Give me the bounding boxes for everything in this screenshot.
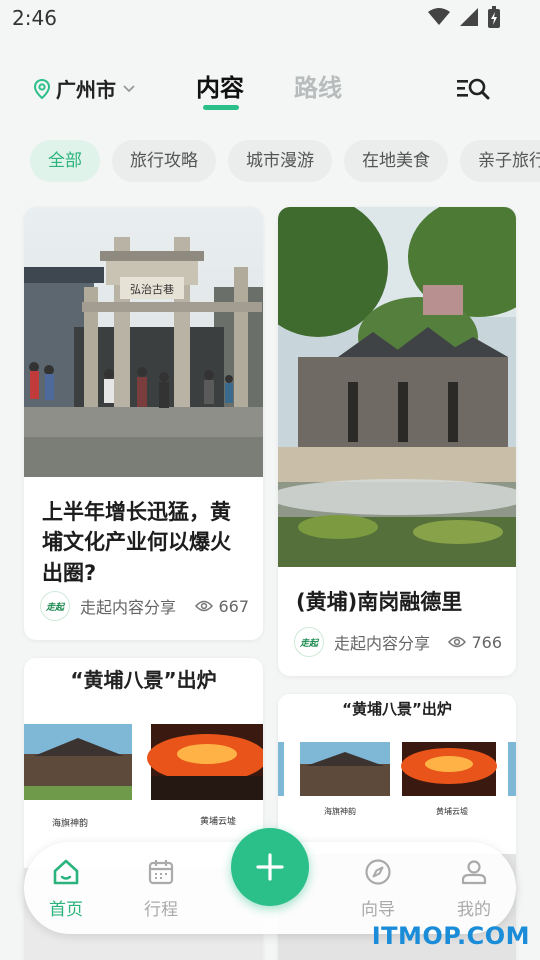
content-card[interactable]: 弘治古巷 上半年增长迅猛，黄埔文化产业何以爆火出圈? 走起 走起内容分享 667 (24, 207, 263, 640)
signal-icon (460, 8, 478, 26)
view-count: 667 (195, 597, 249, 616)
battery-icon (488, 6, 500, 28)
poster-caption: 黄埔云墟 (200, 817, 237, 827)
location-pin-icon (34, 78, 50, 99)
city-selector[interactable]: 广州市 (34, 74, 136, 103)
card-meta: 走起 走起内容分享 766 (294, 627, 502, 657)
calendar-icon (148, 860, 174, 885)
eye-icon (448, 636, 467, 648)
content-card[interactable]: (黄埔)南岗融德里 走起 走起内容分享 766 (278, 207, 516, 676)
view-count-value: 766 (471, 632, 502, 652)
wifi-icon (428, 8, 450, 25)
add-button[interactable] (231, 828, 309, 906)
chevron-down-icon (123, 84, 135, 92)
watermark: ITMOP.COM (371, 922, 530, 950)
header: 广州市 内容 路线 (0, 60, 540, 116)
status-icons (428, 6, 500, 28)
nav-mine-label: 我的 (457, 900, 491, 920)
eye-icon (195, 600, 214, 612)
nav-trip[interactable]: 行程 (131, 858, 191, 920)
chip-travel-guide[interactable]: 旅行攻略 (112, 140, 216, 182)
compass-icon (365, 859, 391, 885)
chip-city-walk[interactable]: 城市漫游 (228, 140, 332, 182)
author-avatar: 走起 (40, 591, 70, 621)
card-image: 弘治古巷 (24, 207, 263, 477)
card-image (278, 207, 516, 567)
view-count: 766 (448, 633, 502, 652)
view-count-value: 667 (218, 596, 249, 616)
nav-trip-label: 行程 (144, 900, 178, 920)
author-avatar: 走起 (294, 627, 324, 657)
nav-home[interactable]: 首页 (36, 858, 96, 920)
plus-icon (256, 853, 284, 881)
nav-guide[interactable]: 向导 (348, 858, 408, 920)
nav-mine[interactable]: 我的 (444, 858, 504, 920)
card-meta: 走起 走起内容分享 667 (40, 591, 249, 621)
city-label: 广州市 (56, 78, 116, 102)
status-bar: 2:46 (0, 0, 540, 40)
poster-caption: 海旗神韵 (52, 819, 89, 829)
author-logo-text: 走起 (45, 602, 64, 613)
chip-local-food[interactable]: 在地美食 (344, 140, 448, 182)
poster-caption: 黄埔云墟 (436, 807, 468, 816)
user-icon (461, 860, 487, 885)
search-list-icon[interactable] (456, 74, 490, 104)
tab-route[interactable]: 路线 (294, 68, 342, 103)
tab-content[interactable]: 内容 (196, 68, 244, 103)
gate-sign-text: 弘治古巷 (130, 282, 174, 296)
nav-guide-label: 向导 (361, 900, 395, 920)
card-title: (黄埔)南岗融德里 (296, 590, 463, 614)
card-title: 上半年增长迅猛，黄埔文化产业何以爆火出圈? (42, 500, 231, 585)
status-time: 2:46 (12, 6, 57, 30)
home-icon (53, 859, 79, 885)
poster-caption: 海旗神韵 (324, 807, 356, 816)
chip-all[interactable]: 全部 (30, 140, 100, 182)
category-chips: 全部 旅行攻略 城市漫游 在地美食 亲子旅行 (30, 140, 540, 184)
nav-home-label: 首页 (49, 900, 83, 920)
active-tab-indicator (203, 105, 239, 110)
author-logo-text: 走起 (299, 638, 318, 649)
author-name: 走起内容分享 (334, 634, 431, 653)
author-name: 走起内容分享 (80, 598, 177, 617)
chip-family-travel[interactable]: 亲子旅行 (460, 140, 540, 182)
